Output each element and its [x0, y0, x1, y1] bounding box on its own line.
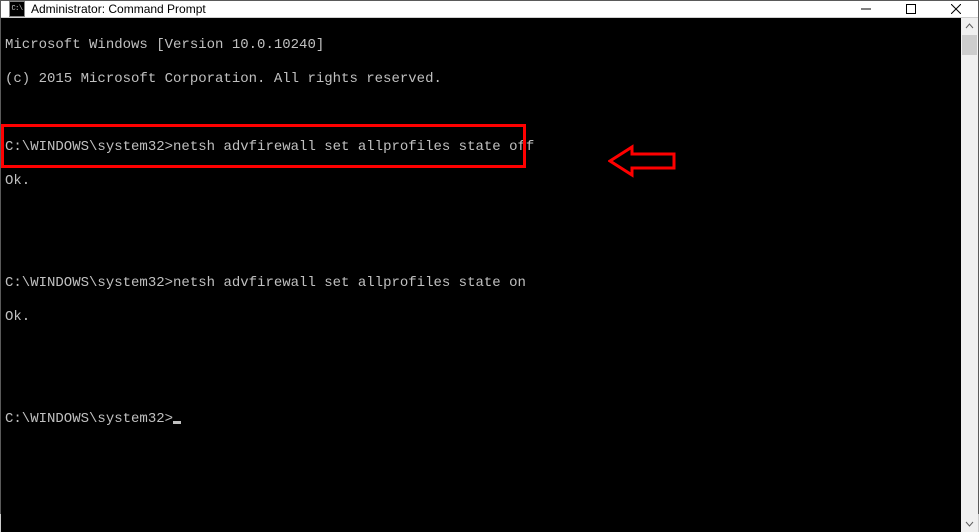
window-controls: [843, 1, 978, 17]
window-title: Administrator: Command Prompt: [31, 2, 843, 16]
chevron-down-icon: [965, 519, 974, 528]
maximize-button[interactable]: [888, 1, 933, 17]
command-text: netsh advfirewall set allprofiles state …: [173, 139, 534, 155]
cursor: [173, 421, 181, 424]
minimize-button[interactable]: [843, 1, 888, 17]
console-output[interactable]: Microsoft Windows [Version 10.0.10240] (…: [1, 18, 961, 532]
blank-line: [5, 377, 961, 394]
blank-line: [5, 343, 961, 360]
vertical-scrollbar[interactable]: [961, 18, 978, 532]
current-prompt-line: C:\WINDOWS\system32>: [5, 411, 961, 428]
scroll-thumb[interactable]: [962, 35, 977, 55]
scroll-track[interactable]: [961, 35, 978, 515]
command-line-1: C:\WINDOWS\system32>netsh advfirewall se…: [5, 139, 961, 156]
prompt-text: C:\WINDOWS\system32>: [5, 411, 173, 427]
annotation-arrow-icon: [541, 126, 678, 202]
command-line-2: C:\WINDOWS\system32>netsh advfirewall se…: [5, 275, 961, 292]
chevron-up-icon: [965, 22, 974, 31]
close-icon: [951, 4, 961, 14]
minimize-icon: [861, 4, 871, 14]
maximize-icon: [906, 4, 916, 14]
prompt-text: C:\WINDOWS\system32>: [5, 139, 173, 155]
close-button[interactable]: [933, 1, 978, 17]
result-line-2: Ok.: [5, 309, 961, 326]
cmd-icon: C:\: [9, 1, 25, 17]
scroll-up-button[interactable]: [961, 18, 978, 35]
copyright-line: (c) 2015 Microsoft Corporation. All righ…: [5, 71, 961, 88]
prompt-text: C:\WINDOWS\system32>: [5, 275, 173, 291]
blank-line: [5, 207, 961, 224]
result-line-1: Ok.: [5, 173, 961, 190]
titlebar[interactable]: C:\ Administrator: Command Prompt: [1, 1, 978, 18]
command-prompt-window: C:\ Administrator: Command Prompt Micros…: [0, 0, 979, 514]
scroll-down-button[interactable]: [961, 515, 978, 532]
blank-line: [5, 241, 961, 258]
version-line: Microsoft Windows [Version 10.0.10240]: [5, 37, 961, 54]
command-text: netsh advfirewall set allprofiles state …: [173, 275, 526, 291]
blank-line: [5, 105, 961, 122]
console-container: Microsoft Windows [Version 10.0.10240] (…: [1, 18, 978, 532]
